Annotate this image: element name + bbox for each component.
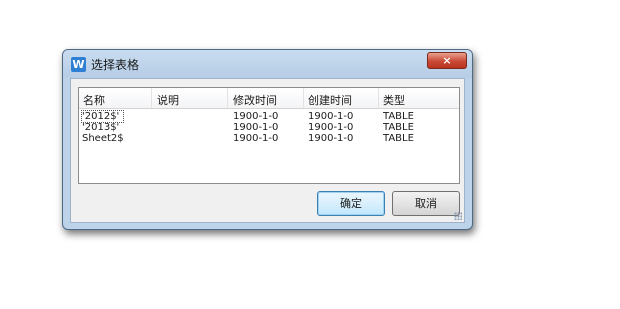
- title-bar[interactable]: W 选择表格 ×: [63, 50, 472, 78]
- row-name: Sheet2$: [82, 133, 124, 144]
- row-type: TABLE: [383, 133, 414, 144]
- dialog-title: 选择表格: [91, 58, 140, 72]
- table-row[interactable]: Sheet2$ 1900-1-0 1900-1-0 TABLE: [79, 133, 459, 144]
- dialog-client-area: 名称 说明 修改时间 创建时间 类型 '2012$' 1900-1-0 1900…: [70, 78, 465, 223]
- column-header-type[interactable]: 类型: [383, 92, 405, 108]
- close-button[interactable]: ×: [427, 52, 467, 69]
- row-type: TABLE: [383, 111, 414, 122]
- row-name: '2013$': [82, 122, 120, 133]
- row-modified: 1900-1-0: [233, 122, 279, 133]
- column-header-description[interactable]: 说明: [157, 92, 179, 108]
- row-name: '2012$': [80, 110, 125, 123]
- table-list[interactable]: 名称 说明 修改时间 创建时间 类型 '2012$' 1900-1-0 1900…: [78, 87, 460, 184]
- cancel-button[interactable]: 取消: [392, 191, 460, 216]
- column-divider[interactable]: [378, 88, 379, 108]
- row-type: TABLE: [383, 122, 414, 133]
- column-divider[interactable]: [151, 88, 152, 108]
- list-header: 名称 说明 修改时间 创建时间 类型: [79, 88, 459, 109]
- table-row[interactable]: '2012$' 1900-1-0 1900-1-0 TABLE: [79, 110, 459, 123]
- column-header-created[interactable]: 创建时间: [308, 92, 352, 108]
- column-divider[interactable]: [227, 88, 228, 108]
- select-table-dialog: W 选择表格 × 名称 说明 修改时间 创建时间 类型 '2012$' 1900…: [62, 49, 473, 230]
- ok-button[interactable]: 确定: [317, 191, 385, 216]
- row-created: 1900-1-0: [308, 133, 354, 144]
- column-header-modified[interactable]: 修改时间: [233, 92, 277, 108]
- wps-writer-icon: W: [71, 57, 86, 72]
- resize-grip-icon[interactable]: [454, 212, 462, 220]
- column-header-name[interactable]: 名称: [83, 92, 105, 108]
- row-modified: 1900-1-0: [233, 133, 279, 144]
- row-modified: 1900-1-0: [233, 111, 279, 122]
- table-row[interactable]: '2013$' 1900-1-0 1900-1-0 TABLE: [79, 122, 459, 133]
- row-created: 1900-1-0: [308, 122, 354, 133]
- row-created: 1900-1-0: [308, 111, 354, 122]
- column-divider[interactable]: [303, 88, 304, 108]
